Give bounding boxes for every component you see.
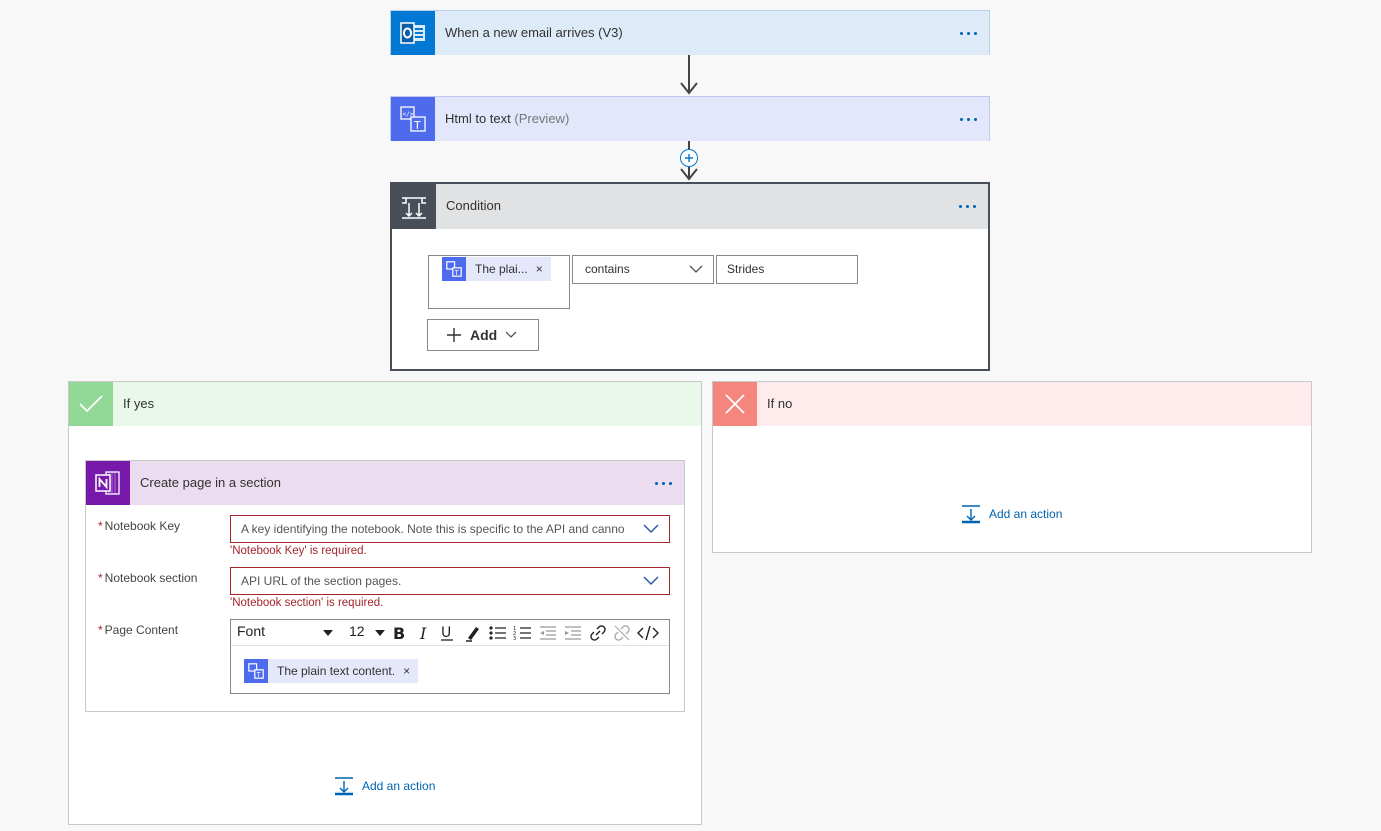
html-to-text-card[interactable]: </> T Html to text (Preview) [390, 96, 990, 141]
trigger-more-button[interactable] [960, 11, 977, 55]
font-size-value: 12 [349, 623, 365, 639]
outlook-icon [391, 11, 435, 55]
checkmark-icon [69, 382, 113, 426]
no-add-action-link[interactable]: Add an action [961, 504, 1062, 524]
italic-icon[interactable]: I [415, 624, 433, 642]
decrease-indent-icon[interactable] [538, 624, 558, 642]
create-page-more-button[interactable] [655, 461, 672, 505]
page-content-token-label: The plain text content. [277, 664, 396, 678]
close-icon [713, 382, 757, 426]
create-page-title: Create page in a section [140, 475, 281, 490]
caret-down-icon [323, 630, 333, 636]
required-marker: * [98, 623, 103, 637]
remove-token-icon[interactable]: × [403, 664, 418, 678]
increase-indent-icon[interactable] [563, 624, 583, 642]
yes-add-action-label: Add an action [362, 779, 436, 793]
condition-icon [392, 184, 436, 229]
svg-text:U: U [441, 625, 451, 641]
condition-left-operand[interactable]: T The plai... × [428, 255, 570, 309]
html-to-text-more-button[interactable] [960, 97, 977, 141]
code-view-icon[interactable] [637, 624, 659, 642]
condition-operator-select[interactable]: contains [572, 255, 714, 284]
connector-arrow-icon [680, 82, 698, 95]
notebook-section-label-text: Notebook section [104, 571, 198, 585]
branch-no-header[interactable]: If no [713, 382, 1311, 426]
trigger-card[interactable]: When a new email arrives (V3) [390, 10, 990, 55]
rich-text-toolbar: Font 12 B I U 123 [231, 620, 669, 646]
condition-value-text: Strides [727, 262, 765, 276]
remove-token-icon[interactable]: × [536, 262, 551, 276]
font-family-select[interactable]: Font [237, 623, 341, 643]
html-to-text-title-text: Html to text [445, 111, 511, 126]
required-marker: * [98, 571, 103, 585]
notebook-key-label: * Notebook Key [98, 519, 180, 533]
branch-no-title: If no [767, 396, 793, 411]
svg-text:T: T [413, 119, 421, 132]
html-to-text-icon: T [442, 257, 466, 281]
preview-badge: (Preview) [514, 111, 570, 126]
html-to-text-title: Html to text (Preview) [445, 97, 569, 141]
add-action-icon [335, 777, 353, 796]
notebook-section-error: 'Notebook section' is required. [230, 597, 384, 609]
html-to-text-header[interactable]: </> T Html to text (Preview) [391, 97, 989, 141]
create-page-card[interactable]: Create page in a section * Notebook Key A… [85, 460, 685, 712]
notebook-key-label-text: Notebook Key [104, 519, 181, 533]
add-button-label: Add [470, 327, 498, 343]
branch-yes-title: If yes [123, 396, 155, 411]
trigger-header[interactable]: When a new email arrives (V3) [391, 11, 989, 55]
no-add-action-label: Add an action [989, 507, 1063, 521]
condition-title: Condition [446, 198, 501, 213]
underline-icon[interactable]: U [438, 624, 456, 642]
add-condition-button[interactable]: Add [427, 319, 539, 351]
svg-text:B: B [393, 624, 405, 642]
chevron-down-icon [505, 331, 517, 338]
notebook-section-placeholder: API URL of the section pages. [241, 574, 402, 588]
notebook-key-error: 'Notebook Key' is required. [230, 545, 367, 557]
bold-icon[interactable]: B [390, 624, 408, 642]
numbered-list-icon[interactable]: 123 [513, 624, 533, 642]
notebook-key-placeholder: A key identifying the notebook. Note thi… [241, 522, 625, 536]
chevron-down-icon [689, 265, 703, 273]
condition-header[interactable]: Condition [392, 184, 988, 229]
html-to-text-icon: </> T [391, 97, 435, 141]
page-content-label-text: Page Content [104, 623, 179, 637]
bullet-list-icon[interactable] [488, 624, 508, 642]
condition-token[interactable]: T The plai... × [442, 257, 551, 281]
condition-more-button[interactable] [959, 184, 976, 228]
trigger-title: When a new email arrives (V3) [445, 25, 623, 40]
notebook-key-input[interactable]: A key identifying the notebook. Note thi… [230, 515, 670, 543]
highlight-icon[interactable] [464, 624, 482, 642]
chevron-down-icon[interactable] [643, 524, 659, 534]
notebook-section-input[interactable]: API URL of the section pages. [230, 567, 670, 595]
create-page-header[interactable]: Create page in a section [86, 461, 684, 505]
branch-yes-container: If yes Create page in a section * Noteboo… [68, 381, 702, 825]
chevron-down-icon[interactable] [643, 576, 659, 586]
condition-value-input[interactable]: Strides [716, 255, 858, 284]
required-marker: * [98, 519, 103, 533]
connector-arrow-icon [680, 168, 698, 181]
svg-text:I: I [419, 624, 427, 642]
font-size-select[interactable]: 12 [349, 623, 385, 643]
onenote-icon [86, 461, 130, 505]
page-content-editor: Font 12 B I U 123 T The plain text conte… [230, 619, 670, 694]
yes-add-action-link[interactable]: Add an action [334, 776, 435, 796]
svg-text:3: 3 [513, 636, 516, 642]
plus-icon [685, 154, 693, 162]
insert-step-button[interactable] [680, 149, 698, 167]
plus-icon [447, 328, 461, 342]
notebook-section-label: * Notebook section [98, 571, 197, 585]
branch-yes-header[interactable]: If yes [69, 382, 701, 426]
caret-down-icon [375, 630, 385, 636]
page-content-token[interactable]: T The plain text content. × [244, 659, 419, 683]
link-icon[interactable] [589, 624, 607, 642]
add-action-icon [962, 505, 980, 524]
html-to-text-icon: T [244, 659, 268, 683]
page-content-label: * Page Content [98, 623, 178, 637]
unlink-icon[interactable] [613, 624, 631, 642]
condition-token-label: The plai... [475, 262, 528, 276]
font-family-value: Font [237, 623, 266, 639]
branch-no-container: If no Add an action [712, 381, 1312, 553]
condition-card[interactable]: Condition T The plai... × contains Strid… [390, 182, 990, 371]
condition-operator-value: contains [585, 262, 630, 276]
